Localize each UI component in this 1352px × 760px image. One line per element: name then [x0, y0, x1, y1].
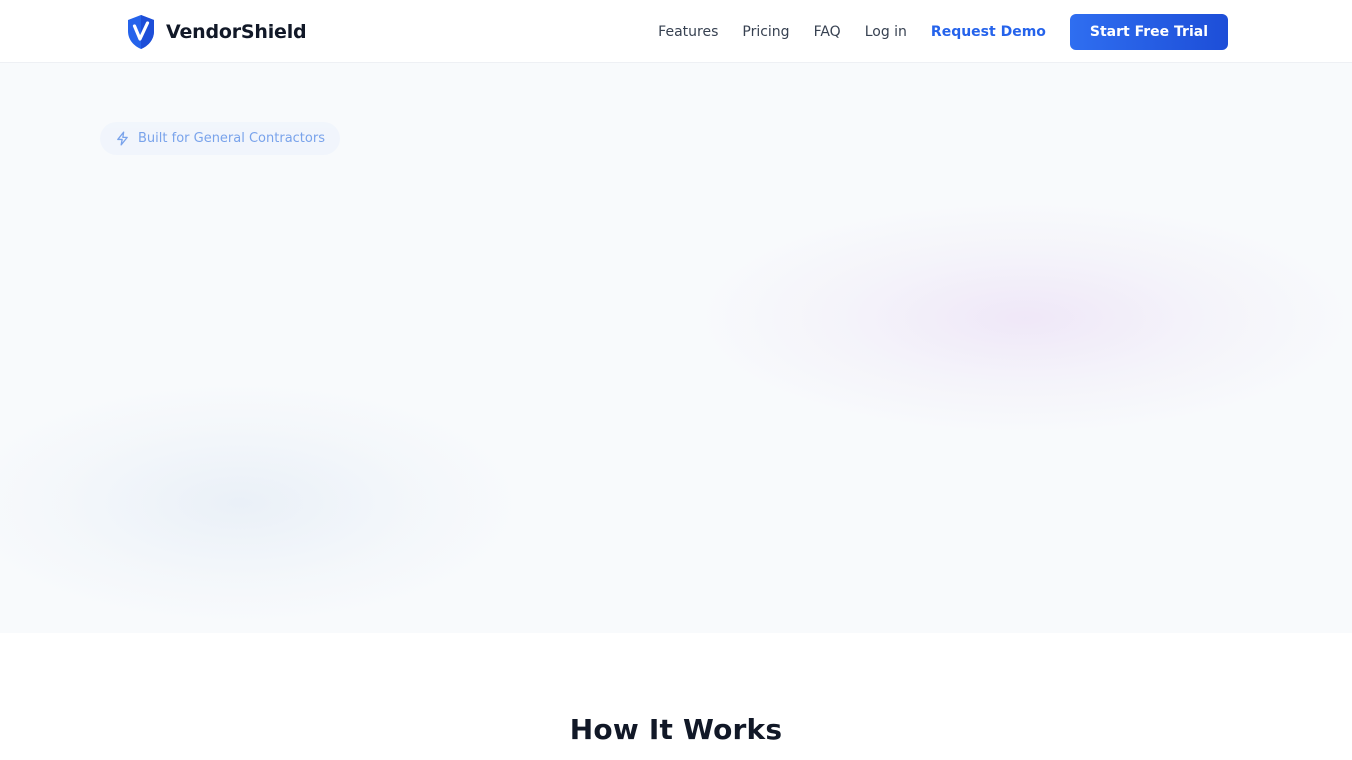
hero-background-glow-blue	[0, 383, 520, 623]
nav-link-features[interactable]: Features	[658, 24, 718, 40]
how-it-works-section: How It Works	[0, 633, 1352, 760]
hero-section: Built for General Contractors	[0, 63, 1352, 633]
section-title: How It Works	[569, 713, 783, 746]
nav-link-faq[interactable]: FAQ	[814, 24, 841, 40]
nav-link-pricing[interactable]: Pricing	[742, 24, 789, 40]
nav-link-login[interactable]: Log in	[865, 24, 907, 40]
hero-background-glow-purple	[700, 203, 1350, 433]
shield-check-icon	[126, 14, 156, 50]
audience-badge: Built for General Contractors	[100, 122, 340, 155]
brand-logo[interactable]: VendorShield	[126, 14, 307, 50]
start-free-trial-button[interactable]: Start Free Trial	[1069, 14, 1228, 50]
nav-links: Features Pricing FAQ Log in Request Demo…	[658, 14, 1228, 50]
brand-name: VendorShield	[166, 21, 307, 43]
top-navigation: VendorShield Features Pricing FAQ Log in…	[0, 0, 1352, 63]
request-demo-link[interactable]: Request Demo	[931, 24, 1046, 40]
lightning-icon	[115, 131, 130, 146]
badge-label: Built for General Contractors	[138, 131, 325, 146]
